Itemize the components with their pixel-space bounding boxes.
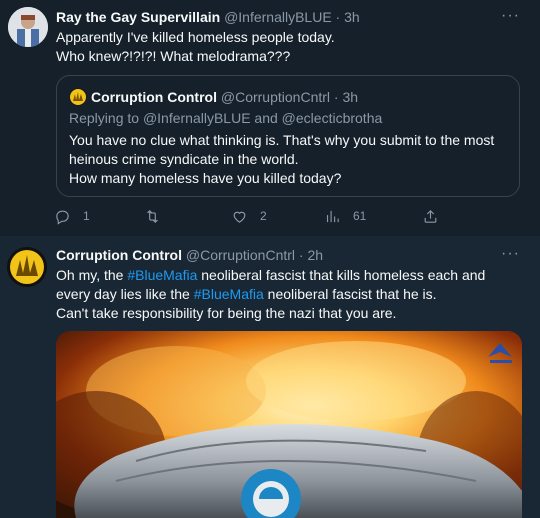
avatar[interactable] [8,7,48,47]
text-segment: Oh my, the [56,267,128,283]
replying-prefix: Replying to [69,110,140,126]
share-icon [424,209,437,223]
ellipsis-icon[interactable]: ··· [501,246,520,262]
tweet-text-line: every day lies like the #BlueMafia neoli… [56,285,526,304]
quote-text-line: You have no clue what thinking is. That'… [69,132,495,148]
quote-text: You have no clue what thinking is. That'… [69,131,509,188]
retweet-icon [147,209,158,223]
mention-link[interactable]: @eclecticbrotha [282,110,383,126]
quote-text-line: heinous crime syndicate in the world. [69,151,299,167]
reply-button[interactable]: 1 [54,205,90,227]
views-button[interactable]: 61 [324,205,366,227]
quote-header: Corruption Control @CorruptionCntrl · 3h [91,88,358,106]
quote-text-line: How many homeless have you killed today? [69,170,342,186]
text-segment: neoliberal fascist that he is. [263,286,437,302]
tweet-text: Apparently I've killed homeless people t… [56,28,516,66]
tweet-text-line: Oh my, the #BlueMafia neoliberal fascist… [56,266,526,285]
quoted-tweet[interactable]: Corruption Control @CorruptionCntrl · 3h… [56,75,520,197]
tweet-text-line: Can't take responsibility for being the … [56,305,397,321]
tweet-header: Corruption Control @CorruptionCntrl · 2h [56,246,323,264]
views-count: 61 [353,209,367,223]
display-name[interactable]: Ray the Gay Supervillain [56,9,220,25]
hashtag-link[interactable]: #BlueMafia [194,286,264,302]
handle[interactable]: @CorruptionCntrl [221,89,330,105]
tweet-image[interactable] [56,331,522,518]
timestamp[interactable]: 3h [344,9,360,25]
share-button[interactable] [422,205,439,227]
timestamp[interactable]: 2h [307,247,323,263]
replying-and: and [254,110,278,126]
heart-icon [233,211,246,223]
tweet-text-line: Who knew?!?!?! What melodrama??? [56,48,291,64]
reply-icon [56,210,69,225]
replying-to: Replying to @InfernallyBLUE and @eclecti… [69,109,382,127]
retweet-button[interactable] [144,205,173,227]
avatar[interactable] [69,88,87,106]
timestamp[interactable]: 3h [342,89,358,105]
like-count: 2 [260,209,267,223]
text-segment: neoliberal fascist that kills homeless e… [197,267,486,283]
text-segment: every day lies like the [56,286,194,302]
tweet-corruption-control[interactable]: Corruption Control @CorruptionCntrl · 2h… [0,236,540,518]
separator: · [335,9,341,25]
action-bar: 1 2 61 [54,205,454,227]
display-name[interactable]: Corruption Control [56,247,182,263]
tweet-ray[interactable]: Ray the Gay Supervillain @InfernallyBLUE… [0,0,540,236]
reply-count: 1 [83,209,90,223]
separator: · [298,247,304,263]
mention-link[interactable]: @InfernallyBLUE [143,110,251,126]
hashtag-link[interactable]: #BlueMafia [127,267,197,283]
tweet-text: Oh my, the #BlueMafia neoliberal fascist… [56,266,526,323]
tweet-text-line: Apparently I've killed homeless people t… [56,29,335,45]
separator: · [333,89,339,105]
handle[interactable]: @CorruptionCntrl [186,247,295,263]
avatar[interactable] [7,247,47,287]
display-name[interactable]: Corruption Control [91,89,217,105]
views-icon [326,210,339,222]
ellipsis-icon[interactable]: ··· [501,8,520,24]
like-button[interactable]: 2 [231,205,267,227]
handle[interactable]: @InfernallyBLUE [224,9,332,25]
tweet-header: Ray the Gay Supervillain @InfernallyBLUE… [56,8,360,26]
